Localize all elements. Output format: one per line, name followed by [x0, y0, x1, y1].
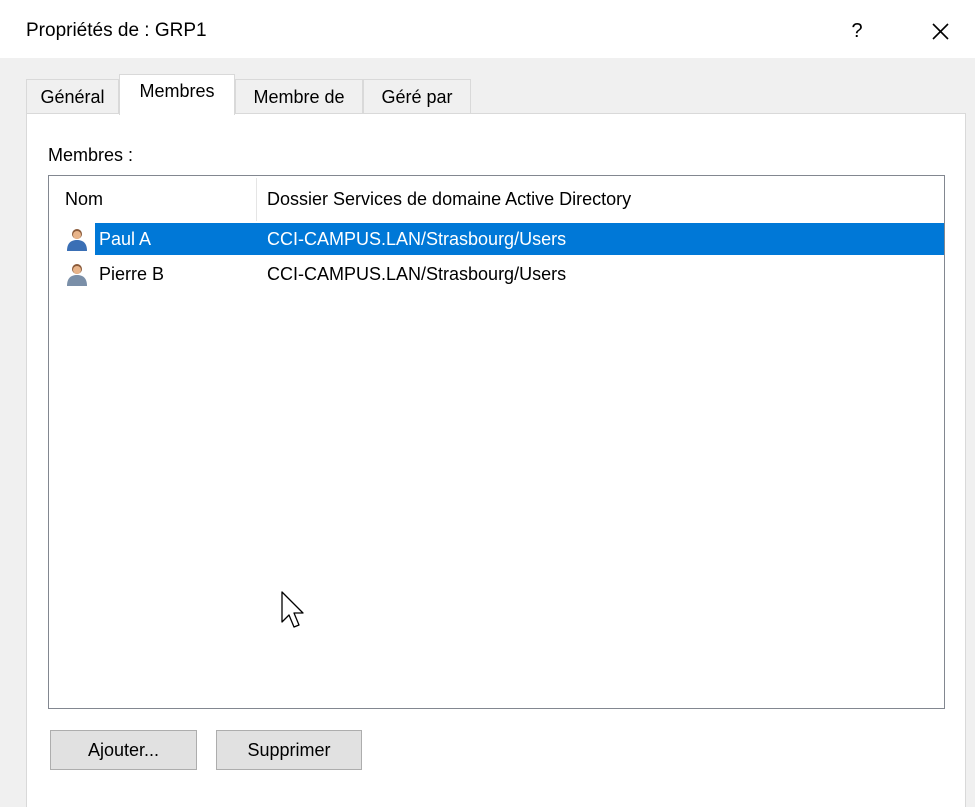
table-row[interactable]: Pierre B CCI-CAMPUS.LAN/Strasbourg/Users — [49, 258, 944, 290]
member-name: Pierre B — [99, 264, 165, 284]
tab-membre-de[interactable]: Membre de — [235, 79, 363, 113]
member-name: Paul A — [95, 223, 256, 255]
properties-dialog: Propriétés de : GRP1 ? Général Membres M… — [0, 0, 975, 807]
tab-gere-par[interactable]: Géré par — [363, 79, 471, 113]
table-row[interactable]: Paul A CCI-CAMPUS.LAN/Strasbourg/Users — [49, 223, 944, 255]
close-button[interactable] — [926, 16, 956, 46]
list-header: Nom Dossier Services de domaine Active D… — [49, 176, 944, 223]
members-list[interactable]: Nom Dossier Services de domaine Active D… — [48, 175, 945, 709]
members-label: Membres : — [48, 145, 134, 165]
user-icon — [67, 264, 87, 286]
window-title: Propriétés de : GRP1 — [26, 20, 207, 41]
user-icon — [67, 229, 87, 251]
tab-general[interactable]: Général — [26, 79, 119, 113]
close-icon — [932, 23, 949, 40]
help-icon: ? — [851, 20, 863, 42]
member-folder: CCI-CAMPUS.LAN/Strasbourg/Users — [256, 223, 944, 255]
member-folder: CCI-CAMPUS.LAN/Strasbourg/Users — [267, 264, 567, 284]
help-button[interactable]: ? — [845, 16, 869, 46]
mouse-pointer-icon — [281, 591, 304, 628]
column-header-name[interactable]: Nom — [65, 176, 103, 223]
add-button[interactable]: Ajouter... — [50, 730, 197, 770]
tab-membres[interactable]: Membres — [119, 74, 235, 115]
column-header-folder[interactable]: Dossier Services de domaine Active Direc… — [267, 176, 631, 223]
column-separator[interactable] — [256, 178, 257, 221]
remove-button[interactable]: Supprimer — [216, 730, 362, 770]
